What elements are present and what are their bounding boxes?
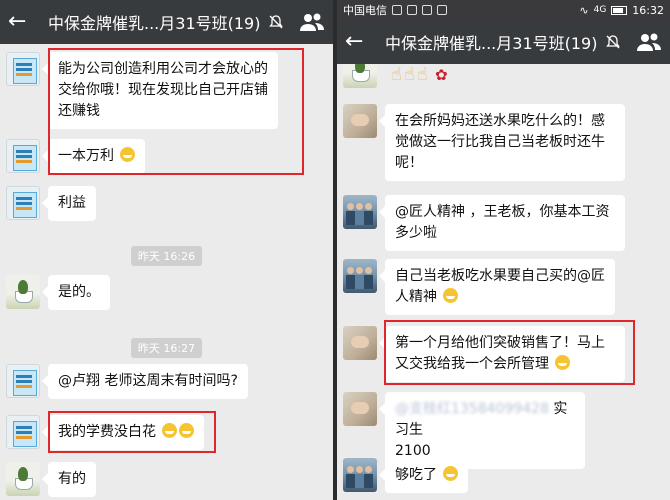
- chat-message: 够吃了: [343, 458, 469, 493]
- chat-message: 有的: [6, 462, 96, 497]
- avatar[interactable]: [343, 458, 377, 492]
- message-bubble: 能为公司创造利用公司才会放心的交给你哦！现在发现比自己开店铺还赚钱: [42, 52, 278, 129]
- message-text: 够吃了: [395, 467, 437, 483]
- grin-emoji-icon: [162, 423, 178, 438]
- message-text: 能为公司创造利用公司才会放心的交给你哦！现在发现比自己开店铺还赚钱: [58, 61, 268, 119]
- avatar[interactable]: [6, 275, 40, 309]
- notification-icon: [437, 5, 447, 15]
- message-text: 第一个月给他们突破销售了！马上又交我给我一个会所管理: [395, 335, 605, 372]
- message-text: @卢翔 老师这周末有时间吗?: [58, 373, 238, 389]
- message-bubble: 自己当老板吃水果要自己买的@匠人精神: [379, 259, 615, 315]
- chat-header: ← 中保金牌催乳...月31号班(19): [0, 0, 333, 44]
- grin-emoji-icon: [179, 423, 195, 438]
- back-arrow-icon[interactable]: ←: [345, 31, 375, 53]
- message-bubble: 有的: [42, 462, 96, 497]
- avatar[interactable]: [343, 392, 377, 426]
- avatar[interactable]: [6, 52, 40, 86]
- mute-bell-icon: [269, 15, 284, 29]
- message-bubble: 我的学费没白花: [41, 415, 205, 450]
- smirk-emoji-icon: [555, 355, 571, 370]
- back-arrow-icon[interactable]: ←: [8, 11, 38, 33]
- clock: 16:32: [632, 3, 664, 17]
- grin-emoji-icon: [443, 466, 459, 481]
- reaction-row: ☝☝☝ ✿: [391, 64, 448, 85]
- network-label: 4G: [593, 5, 607, 15]
- status-bar: 中国电信 ∿ 4G 16:32: [337, 0, 670, 20]
- message-text: 在会所妈妈还送水果吃什么的！感觉做这一行比我自己当老板时还牛呢！: [395, 113, 605, 171]
- message-text: @匠人精神 ，王老板，你基本工资多少啦: [395, 204, 610, 241]
- chat-header: ← 中保金牌催乳...月31号班(19): [337, 20, 670, 64]
- battery-icon: [611, 5, 628, 15]
- avatar[interactable]: [343, 64, 377, 88]
- message-bubble: 够吃了: [378, 458, 469, 493]
- avatar[interactable]: [343, 104, 377, 138]
- chat-message: 自己当老板吃水果要自己买的@匠人精神: [343, 259, 615, 315]
- message-text: 自己当老板吃水果要自己买的@匠人精神: [395, 268, 605, 305]
- message-bubble: 第一个月给他们突破销售了！马上又交我给我一个会所管理: [379, 326, 625, 382]
- avatar[interactable]: [6, 139, 40, 173]
- message-bubble: 利益: [42, 186, 96, 221]
- message-text: 有的: [58, 471, 86, 487]
- group-members-icon[interactable]: [636, 31, 662, 53]
- chat-title: 中保金牌催乳...月31号班(19): [48, 14, 261, 33]
- notification-icon: [392, 5, 402, 15]
- avatar[interactable]: [6, 415, 40, 449]
- carrier-label: 中国电信: [343, 4, 387, 17]
- chat-message: ☝☝☝ ✿: [343, 64, 448, 88]
- message-bubble: @匠人精神 ，王老板，你基本工资多少啦: [379, 195, 625, 251]
- right-chat-screenshot: 中国电信 ∿ 4G 16:32 ← 中保金牌催乳...月31号班(19) ☝☝☝…: [337, 0, 670, 500]
- chat-message: 我的学费没白花: [6, 415, 205, 450]
- thumbs-up-icon: ☝☝☝: [391, 64, 430, 85]
- message-text: 我的学费没白花: [58, 424, 156, 440]
- chat-message: 是的。: [6, 275, 110, 310]
- blurred-mention: @支桂红13584099428: [395, 401, 549, 417]
- timestamp: 昨天 16:27: [0, 337, 333, 358]
- avatar[interactable]: [343, 259, 377, 293]
- message-list: 能为公司创造利用公司才会放心的交给你哦！现在发现比自己开店铺还赚钱 一本万利 利…: [0, 44, 333, 500]
- avatar[interactable]: [343, 195, 377, 229]
- wifi-icon: ∿: [579, 3, 589, 17]
- chat-title: 中保金牌催乳...月31号班(19): [385, 34, 598, 53]
- notification-icon: [407, 5, 417, 15]
- mute-bell-icon: [606, 35, 621, 49]
- chat-message: 利益: [6, 186, 96, 221]
- smirk-emoji-icon: [443, 288, 459, 303]
- message-bubble: 在会所妈妈还送水果吃什么的！感觉做这一行比我自己当老板时还牛呢！: [379, 104, 625, 181]
- chat-message: @卢翔 老师这周末有时间吗?: [6, 364, 248, 399]
- message-bubble: 是的。: [42, 275, 110, 310]
- message-bubble: 一本万利: [41, 139, 146, 174]
- message-text: 是的。: [58, 284, 100, 300]
- chat-message: 在会所妈妈还送水果吃什么的！感觉做这一行比我自己当老板时还牛呢！: [343, 104, 625, 181]
- avatar[interactable]: [343, 326, 377, 360]
- message-list: ☝☝☝ ✿ 在会所妈妈还送水果吃什么的！感觉做这一行比我自己当老板时还牛呢！ @…: [337, 64, 670, 500]
- chat-message: 能为公司创造利用公司才会放心的交给你哦！现在发现比自己开店铺还赚钱: [6, 52, 278, 129]
- left-chat-screenshot: ← 中保金牌催乳...月31号班(19) 能为公司创造利用公司才会放心的交给你哦…: [0, 0, 333, 500]
- notification-icon: [422, 5, 432, 15]
- message-text: 一本万利: [58, 148, 114, 164]
- avatar[interactable]: [6, 462, 40, 496]
- rose-icon: ✿: [434, 66, 448, 84]
- message-text: 利益: [58, 195, 86, 211]
- avatar[interactable]: [6, 186, 40, 220]
- avatar[interactable]: [6, 364, 40, 398]
- message-bubble: @卢翔 老师这周末有时间吗?: [42, 364, 248, 399]
- chat-message: 第一个月给他们突破销售了！马上又交我给我一个会所管理: [343, 326, 625, 382]
- chat-message: @匠人精神 ，王老板，你基本工资多少啦: [343, 195, 625, 251]
- group-members-icon[interactable]: [299, 11, 325, 33]
- grin-emoji-icon: [120, 147, 136, 162]
- timestamp: 昨天 16:26: [0, 245, 333, 266]
- message-text: 2100: [395, 443, 431, 459]
- chat-message: 一本万利: [6, 139, 146, 174]
